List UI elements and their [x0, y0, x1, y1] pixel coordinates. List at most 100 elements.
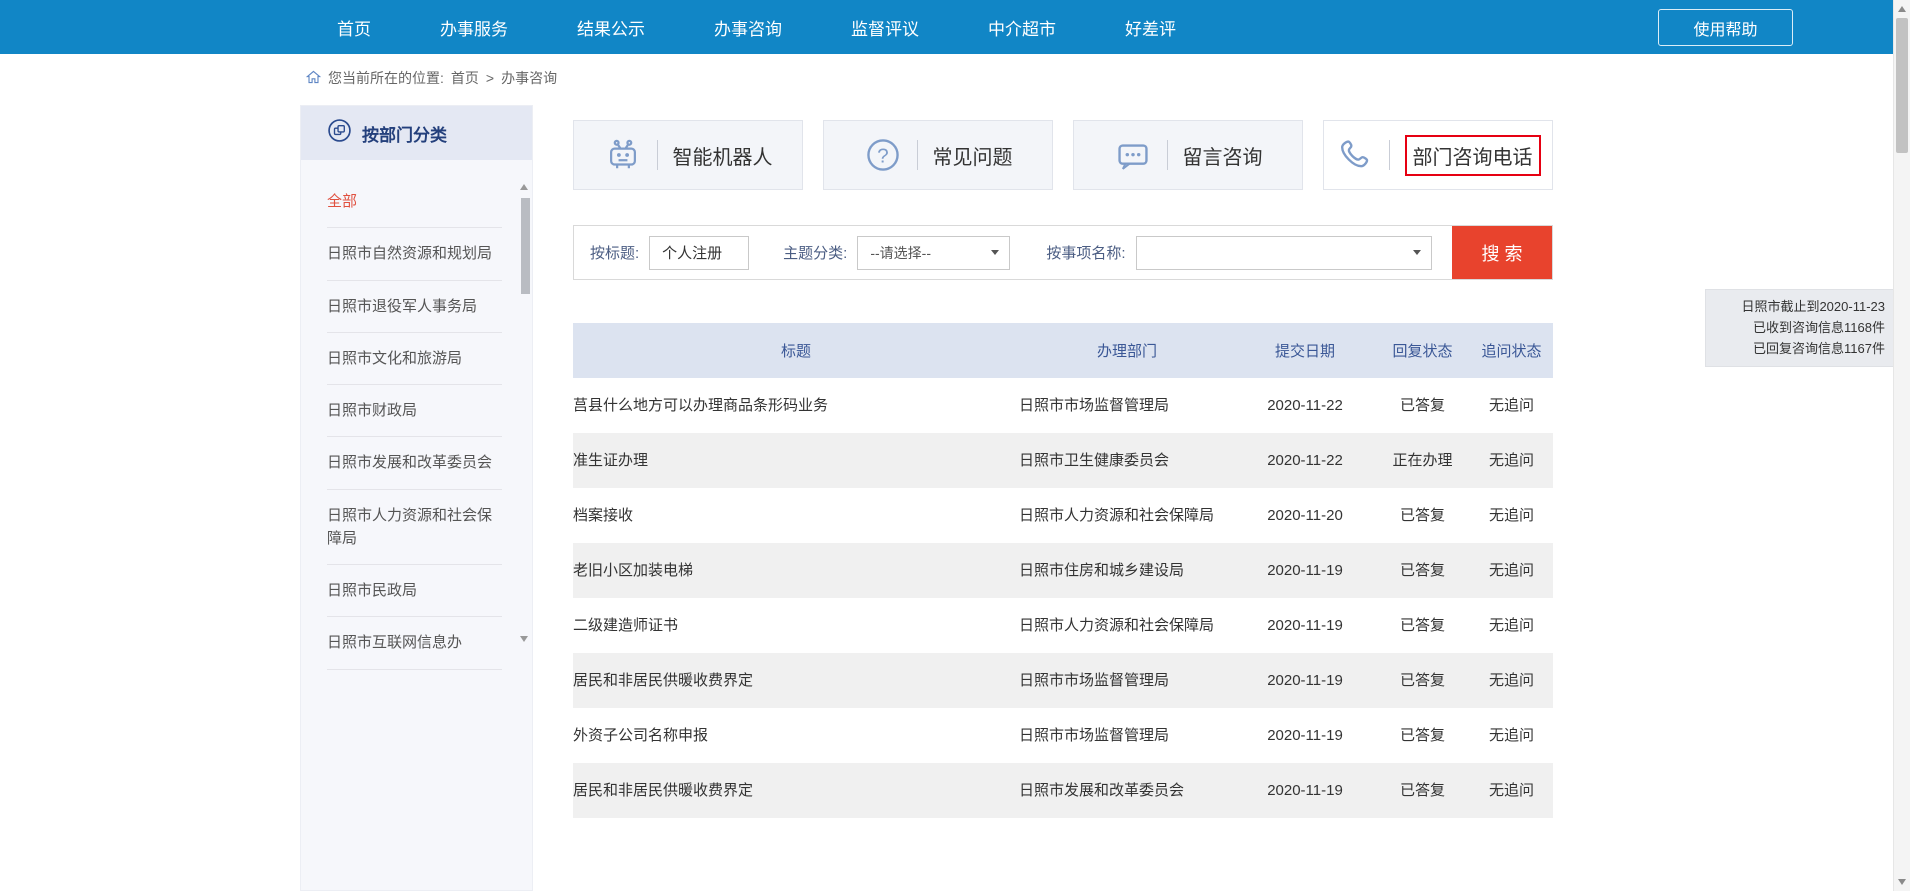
date-cell: 2020-11-19 — [1235, 543, 1375, 598]
consultation-title-link[interactable]: 档案接收 — [573, 488, 1019, 543]
nav-item[interactable]: 好差评 — [1125, 15, 1176, 40]
nav-item[interactable]: 结果公示 — [577, 15, 645, 40]
sidebar: 按部门分类 全部日照市自然资源和规划局日照市退役军人事务局日照市文化和旅游局日照… — [300, 105, 533, 891]
date-cell: 2020-11-19 — [1235, 708, 1375, 763]
sidebar-item[interactable]: 日照市财政局 — [327, 385, 502, 437]
page-scrollbar-thumb[interactable] — [1896, 18, 1908, 153]
search-bar: 按标题: 主题分类: --请选择-- 按事项名称: 搜 索 — [573, 225, 1553, 280]
svg-text:?: ? — [877, 144, 888, 167]
department-cell: 日照市住房和城乡建设局 — [1019, 543, 1235, 598]
stats-line: 日照市截止到2020-11-23 — [1715, 297, 1885, 318]
tab-label: 部门咨询电话 — [1405, 135, 1541, 176]
breadcrumb-current[interactable]: 办事咨询 — [501, 68, 557, 88]
reply-status-cell: 已答复 — [1375, 598, 1470, 653]
nav-item[interactable]: 办事服务 — [440, 15, 508, 40]
divider — [1167, 140, 1168, 170]
table-row[interactable]: 莒县什么地方可以办理商品条形码业务日照市市场监督管理局2020-11-22已答复… — [573, 378, 1553, 433]
followup-status-cell: 无追问 — [1470, 763, 1553, 818]
phone-icon — [1336, 136, 1374, 174]
breadcrumb-home-link[interactable]: 首页 — [451, 68, 479, 88]
stats-line: 已收到咨询信息1168件 — [1715, 318, 1885, 339]
stats-line: 已回复咨询信息1167件 — [1715, 339, 1885, 360]
followup-status-cell: 无追问 — [1470, 433, 1553, 488]
breadcrumb-prefix: 您当前所在的位置: — [328, 68, 444, 88]
followup-status-cell: 无追问 — [1470, 708, 1553, 763]
nav-item[interactable]: 首页 — [337, 15, 371, 40]
sidebar-item[interactable]: 全部 — [327, 176, 502, 228]
department-cell: 日照市市场监督管理局 — [1019, 708, 1235, 763]
sidebar-item[interactable]: 日照市民政局 — [327, 565, 502, 617]
reply-status-cell: 已答复 — [1375, 488, 1470, 543]
channel-tabs: 智能机器人? 常见问题 留言咨询 部门咨询电话 — [573, 120, 1553, 190]
date-cell: 2020-11-19 — [1235, 763, 1375, 818]
item-filter-label: 按事项名称: — [1046, 242, 1125, 263]
column-header: 追问状态 — [1470, 323, 1553, 378]
top-nav-bar: 首页 办事服务 结果公示 办事咨询 监督评议 中介超市 好差评 使用帮助 — [0, 0, 1893, 54]
consultation-title-link[interactable]: 外资子公司名称申报 — [573, 708, 1019, 763]
scroll-up-arrow-icon[interactable] — [1898, 6, 1906, 12]
sidebar-scroll-up-arrow[interactable] — [520, 184, 528, 190]
followup-status-cell: 无追问 — [1470, 598, 1553, 653]
followup-status-cell: 无追问 — [1470, 653, 1553, 708]
department-cell: 日照市人力资源和社会保障局 — [1019, 488, 1235, 543]
consultation-title-link[interactable]: 莒县什么地方可以办理商品条形码业务 — [573, 378, 1019, 433]
tab-label: 智能机器人 — [673, 141, 773, 170]
column-header: 提交日期 — [1235, 323, 1375, 378]
table-row[interactable]: 准生证办理日照市卫生健康委员会2020-11-22正在办理无追问 — [573, 433, 1553, 488]
tab-label: 常见问题 — [933, 141, 1013, 170]
search-button[interactable]: 搜 索 — [1452, 226, 1552, 279]
consultation-table: 标题办理部门提交日期回复状态追问状态 莒县什么地方可以办理商品条形码业务日照市市… — [573, 323, 1553, 818]
department-cell: 日照市卫生健康委员会 — [1019, 433, 1235, 488]
table-row[interactable]: 二级建造师证书日照市人力资源和社会保障局2020-11-19已答复无追问 — [573, 598, 1553, 653]
sidebar-header: 按部门分类 — [301, 106, 532, 160]
column-header: 办理部门 — [1019, 323, 1235, 378]
table-row[interactable]: 居民和非居民供暖收费界定日照市市场监督管理局2020-11-19已答复无追问 — [573, 653, 1553, 708]
consultation-title-link[interactable]: 二级建造师证书 — [573, 598, 1019, 653]
table-row[interactable]: 居民和非居民供暖收费界定日照市发展和改革委员会2020-11-19已答复无追问 — [573, 763, 1553, 818]
category-icon — [327, 118, 352, 148]
help-button[interactable]: 使用帮助 — [1658, 9, 1793, 46]
reply-status-cell: 正在办理 — [1375, 433, 1470, 488]
title-filter-input[interactable] — [649, 236, 749, 270]
tab-question[interactable]: ? 常见问题 — [823, 120, 1053, 190]
tab-message[interactable]: 留言咨询 — [1073, 120, 1303, 190]
date-cell: 2020-11-22 — [1235, 433, 1375, 488]
tab-label: 留言咨询 — [1183, 141, 1263, 170]
tab-robot[interactable]: 智能机器人 — [573, 120, 803, 190]
sidebar-item[interactable]: 日照市发展和改革委员会 — [327, 437, 502, 489]
category-filter-label: 主题分类: — [783, 242, 847, 263]
consultation-title-link[interactable]: 居民和非居民供暖收费界定 — [573, 653, 1019, 708]
breadcrumb-separator: > — [486, 70, 494, 86]
consultation-title-link[interactable]: 准生证办理 — [573, 433, 1019, 488]
category-select-value: --请选择-- — [870, 243, 931, 263]
sidebar-item[interactable]: 日照市互联网信息办 — [327, 617, 502, 669]
main-content: 智能机器人? 常见问题 留言咨询 部门咨询电话 按标题: 主题分类: --请选择-- … — [573, 120, 1553, 818]
page-scrollbar[interactable] — [1893, 0, 1910, 891]
consultation-title-link[interactable]: 老旧小区加装电梯 — [573, 543, 1019, 598]
divider — [657, 140, 658, 170]
item-name-select[interactable] — [1136, 236, 1432, 270]
sidebar-scroll-down-arrow[interactable] — [520, 636, 528, 642]
chevron-down-icon — [991, 250, 999, 255]
followup-status-cell: 无追问 — [1470, 378, 1553, 433]
sidebar-item[interactable]: 日照市退役军人事务局 — [327, 281, 502, 333]
date-cell: 2020-11-22 — [1235, 378, 1375, 433]
column-header: 回复状态 — [1375, 323, 1470, 378]
stats-notice: 日照市截止到2020-11-23已收到咨询信息1168件已回复咨询信息1167件 — [1705, 289, 1895, 367]
consultation-title-link[interactable]: 居民和非居民供暖收费界定 — [573, 763, 1019, 818]
sidebar-title: 按部门分类 — [362, 121, 447, 146]
nav-item[interactable]: 中介超市 — [988, 15, 1056, 40]
table-row[interactable]: 档案接收日照市人力资源和社会保障局2020-11-20已答复无追问 — [573, 488, 1553, 543]
nav-item[interactable]: 监督评议 — [851, 15, 919, 40]
sidebar-item[interactable]: 日照市文化和旅游局 — [327, 333, 502, 385]
tab-phone[interactable]: 部门咨询电话 — [1323, 120, 1553, 190]
category-select[interactable]: --请选择-- — [857, 236, 1010, 270]
scroll-down-arrow-icon[interactable] — [1898, 879, 1906, 885]
nav-item[interactable]: 办事咨询 — [714, 15, 782, 40]
sidebar-item[interactable]: 日照市人力资源和社会保障局 — [327, 490, 502, 566]
sidebar-scrollbar-thumb[interactable] — [521, 198, 530, 294]
table-row[interactable]: 外资子公司名称申报日照市市场监督管理局2020-11-19已答复无追问 — [573, 708, 1553, 763]
table-header-row: 标题办理部门提交日期回复状态追问状态 — [573, 323, 1553, 378]
sidebar-item[interactable]: 日照市自然资源和规划局 — [327, 228, 502, 280]
table-row[interactable]: 老旧小区加装电梯日照市住房和城乡建设局2020-11-19已答复无追问 — [573, 543, 1553, 598]
